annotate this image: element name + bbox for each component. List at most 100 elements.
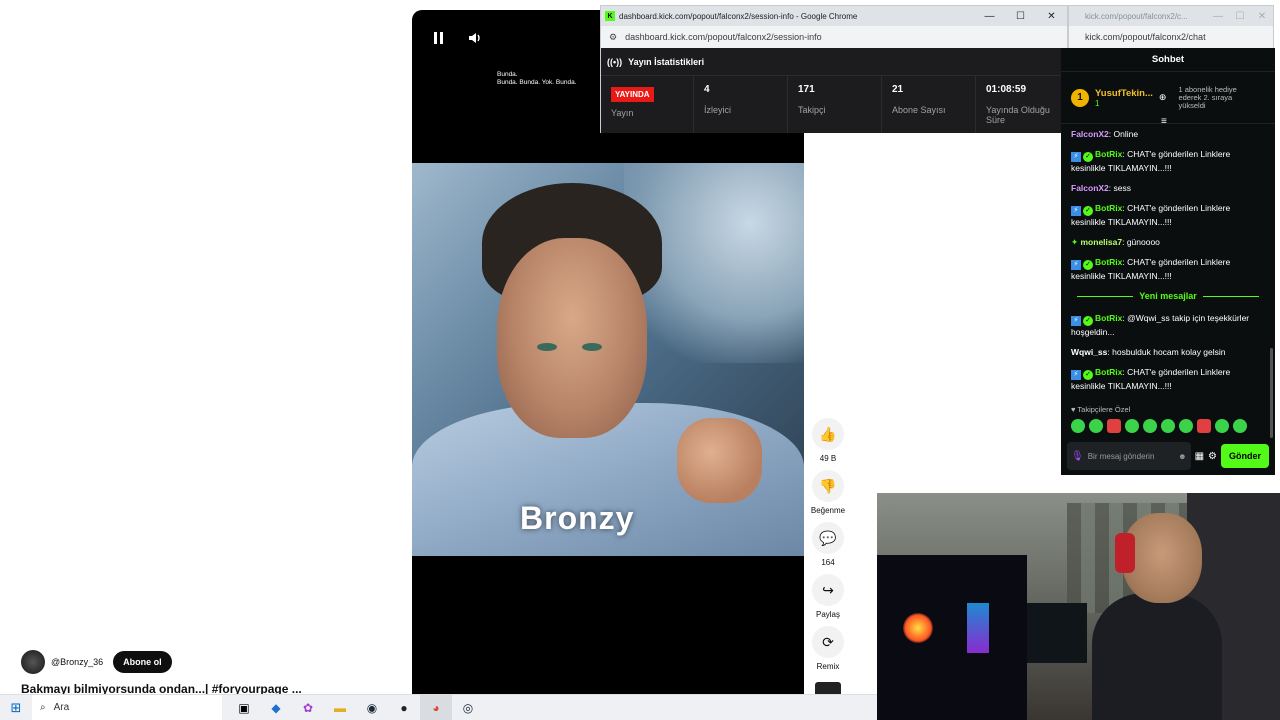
heart-icon: ♥	[1071, 405, 1076, 414]
video-eye	[537, 343, 557, 351]
emote-icon[interactable]	[1089, 419, 1103, 433]
like-action[interactable]: 👍 49 B	[806, 418, 850, 463]
stat-followers: 171 Takipçi	[788, 76, 882, 133]
emote-icon[interactable]	[1143, 419, 1157, 433]
chat-username[interactable]: BotRix	[1095, 149, 1122, 159]
app-icon[interactable]: ◆	[260, 695, 292, 720]
chat-username[interactable]: BotRix	[1095, 203, 1122, 213]
bot-badge-icon: ⚡	[1071, 260, 1081, 270]
like-icon[interactable]: 👍	[812, 418, 844, 450]
video-watermark: Bronzy	[520, 500, 635, 536]
pinned-gifter[interactable]: 1 YusufTekin... 1 ⊕ 1 abonelik hediye ed…	[1061, 72, 1275, 127]
emote-icon[interactable]	[1233, 419, 1247, 433]
share-icon[interactable]: ↪	[812, 574, 844, 606]
stats-titlebar[interactable]: K dashboard.kick.com/popout/falconx2/ses…	[601, 6, 1067, 26]
chat-username[interactable]: BotRix	[1095, 367, 1122, 377]
filter-icon[interactable]: ≡	[1161, 116, 1167, 127]
webcam-pc-case	[877, 555, 1027, 720]
chat-username[interactable]: FalconX2	[1071, 183, 1109, 193]
chat-header: Sohbet	[1061, 48, 1275, 72]
site-settings-icon[interactable]: ⚙	[609, 32, 617, 43]
emoji-icon[interactable]: ☻	[1178, 452, 1186, 461]
webcam-rgb-strip	[967, 603, 989, 653]
stats-header: ((•)) Yayın İstatistikleri	[601, 48, 1067, 76]
obs-icon[interactable]: ●	[388, 695, 420, 720]
remix-icon[interactable]: ⟳	[812, 626, 844, 658]
chat-message: FalconX2: Online	[1071, 129, 1139, 139]
dislike-icon[interactable]: 👎	[812, 470, 844, 502]
chat-input[interactable]: 🎙 Bir mesaj gönderin ☻	[1067, 442, 1191, 470]
emote-icon[interactable]	[1161, 419, 1175, 433]
comment-icon[interactable]: 💬	[812, 522, 844, 554]
chat-message: ⚡ ✓ BotRix: CHAT'e gönderilen Linklere kes…	[1071, 367, 1231, 391]
chat-username[interactable]: BotRix	[1095, 313, 1122, 323]
share-action[interactable]: ↪ Paylaş	[806, 574, 850, 619]
chat-url-bar[interactable]: kick.com/popout/falconx2/chat	[1069, 26, 1273, 48]
webcam-headset	[1115, 533, 1135, 573]
store-icon[interactable]: ▦	[1195, 451, 1204, 462]
minimize-icon[interactable]: —	[974, 11, 1005, 22]
followers-only-label: ♥ Takipçilere Özel	[1071, 405, 1130, 414]
chat-username[interactable]: BotRix	[1095, 257, 1122, 267]
microphone-icon[interactable]: 🎙	[1071, 451, 1084, 462]
chat-message: ⚡ ✓ BotRix: CHAT'e gönderilen Linklere kes…	[1071, 203, 1231, 227]
dislike-action[interactable]: 👎 Beğenme	[806, 470, 850, 515]
live-badge: YAYINDA	[611, 87, 654, 102]
chat-messages: FalconX2: Online ⚡ ✓ BotRix: CHAT'e gönder…	[1061, 124, 1275, 393]
chat-username[interactable]: FalconX2	[1071, 129, 1109, 139]
emote-icon[interactable]	[1179, 419, 1193, 433]
chat-panel: Sohbet 1 YusufTekin... 1 ⊕ 1 abonelik he…	[1061, 48, 1275, 475]
channel-name[interactable]: @Bronzy_36	[51, 657, 103, 667]
comments-action[interactable]: 💬 164	[806, 522, 850, 567]
volume-icon[interactable]	[465, 28, 485, 48]
broadcast-icon: ((•))	[607, 56, 623, 67]
minimize-icon[interactable]: —	[1207, 11, 1229, 22]
chat-titlebar[interactable]: kick.com/popout/falconx2/c... — ☐ ✕	[1069, 6, 1273, 26]
send-button[interactable]: Gönder	[1220, 444, 1269, 468]
stats-url: dashboard.kick.com/popout/falconx2/sessi…	[625, 32, 822, 42]
maximize-icon[interactable]: ☐	[1229, 11, 1251, 22]
file-explorer-icon[interactable]: ▬	[324, 695, 356, 720]
pause-icon[interactable]	[428, 28, 448, 48]
emote-icon[interactable]	[1215, 419, 1229, 433]
overlay-line-2: Bunda. Bunda. Yok. Bunda.	[497, 79, 577, 86]
stats-panel: ((•)) Yayın İstatistikleri YAYINDA Yayın…	[601, 48, 1067, 133]
bot-badge-icon: ⚡	[1071, 316, 1081, 326]
stat-value: 4	[704, 84, 710, 95]
channel-avatar[interactable]	[21, 650, 45, 674]
chat-message: ⚡ ✓ BotRix: @Wqwi_ss takip için teşekkürle…	[1071, 313, 1250, 337]
stats-url-bar[interactable]: ⚙ dashboard.kick.com/popout/falconx2/ses…	[601, 26, 1067, 48]
like-count: 49 B	[819, 454, 837, 463]
emote-icon[interactable]	[1197, 419, 1211, 433]
chat-message: Wqwi_ss: hosbulduk hocam kolay gelsin	[1071, 347, 1226, 357]
emote-icon[interactable]	[1107, 419, 1121, 433]
steam-alt-icon[interactable]: ◎	[452, 695, 484, 720]
stat-label: İzleyici	[704, 105, 732, 115]
video-fist	[677, 418, 762, 503]
taskbar-search[interactable]: ⌕ Ara	[32, 694, 222, 720]
close-icon[interactable]: ✕	[1251, 11, 1273, 22]
verified-badge-icon: ✓	[1083, 206, 1093, 216]
steam-icon[interactable]: ◉	[356, 695, 388, 720]
chat-window: kick.com/popout/falconx2/c... — ☐ ✕ kick…	[1061, 5, 1275, 475]
share-label: Paylaş	[815, 610, 840, 619]
remix-action[interactable]: ⟳ Remix	[806, 626, 850, 671]
chat-username[interactable]: monelisa7	[1081, 237, 1123, 247]
maximize-icon[interactable]: ☐	[1005, 11, 1036, 22]
chat-input-placeholder: Bir mesaj gönderin	[1087, 451, 1155, 461]
stat-live: YAYINDA Yayın	[601, 76, 694, 133]
overlay-line-1: Bunda.	[497, 71, 518, 78]
windows-start-icon[interactable]: ⊞	[0, 700, 32, 716]
task-view-icon[interactable]: ▣	[228, 695, 260, 720]
settings-gear-icon[interactable]: ⚙	[1208, 451, 1217, 462]
emote-icon[interactable]	[1125, 419, 1139, 433]
video-frame[interactable]	[412, 163, 804, 556]
subscribe-button[interactable]: Abone ol	[113, 651, 172, 673]
copilot-icon[interactable]: ✿	[292, 695, 324, 720]
chat-username[interactable]: Wqwi_ss	[1071, 347, 1107, 357]
verified-badge-icon: ✓	[1083, 316, 1093, 326]
emote-icon[interactable]	[1071, 419, 1085, 433]
chat-scrollbar[interactable]	[1270, 348, 1273, 438]
close-icon[interactable]: ✕	[1036, 11, 1067, 22]
chrome-icon[interactable]: ◕	[420, 694, 452, 720]
